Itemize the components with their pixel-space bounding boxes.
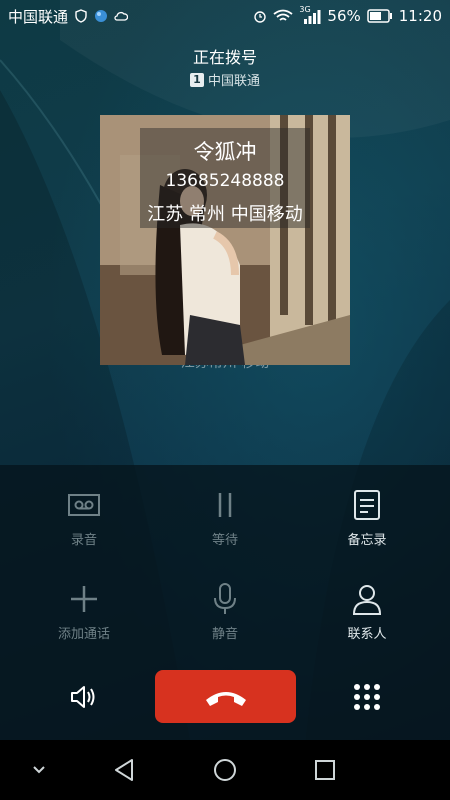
record-label: 录音 xyxy=(70,533,97,548)
home-icon[interactable] xyxy=(212,757,238,783)
clock: 11:20 xyxy=(398,7,442,25)
navigation-bar xyxy=(0,740,450,800)
alarm-icon xyxy=(254,11,267,23)
add-call-label: 添加通话 xyxy=(57,627,110,642)
microphone-icon xyxy=(214,583,236,614)
cell-signal: 3G xyxy=(299,5,321,24)
shield-icon xyxy=(75,9,87,23)
hold-button[interactable]: 等待 xyxy=(165,487,285,548)
speaker-icon xyxy=(71,686,95,708)
memo-label: 备忘录 xyxy=(347,533,387,548)
chevron-down-icon[interactable] xyxy=(26,757,52,783)
record-icon xyxy=(68,494,100,516)
dialpad-icon xyxy=(354,684,380,710)
back-icon[interactable] xyxy=(112,757,138,783)
sim-slot-badge: 1 xyxy=(189,72,204,87)
wifi-icon xyxy=(273,9,293,21)
person-icon xyxy=(352,585,382,615)
memo-button[interactable]: 备忘录 xyxy=(307,487,427,548)
call-status: 正在拨号 xyxy=(192,48,257,67)
sim-carrier: 中国联通 xyxy=(207,74,260,89)
hold-label: 等待 xyxy=(211,533,238,548)
battery-icon xyxy=(367,9,392,23)
memo-icon xyxy=(354,490,380,520)
app-notification-icon xyxy=(95,10,108,22)
plus-icon xyxy=(71,586,97,612)
weather-icon xyxy=(114,11,129,21)
battery-percent: 56% xyxy=(327,7,361,25)
sim-carrier-line: 1 中国联通 xyxy=(0,70,450,89)
speaker-button[interactable] xyxy=(69,682,99,712)
contact-name: 令狐冲 xyxy=(193,140,257,164)
pause-icon xyxy=(218,493,232,517)
mute-button[interactable]: 静音 xyxy=(165,581,285,642)
contacts-label: 联系人 xyxy=(347,627,387,642)
dialpad-button[interactable] xyxy=(352,682,382,712)
end-call-button[interactable] xyxy=(155,670,296,723)
mute-label: 静音 xyxy=(211,627,238,642)
recents-icon[interactable] xyxy=(312,757,338,783)
hang-up-icon xyxy=(205,691,246,706)
add-call-button[interactable]: 添加通话 xyxy=(24,581,144,642)
contact-number: 13685248888 xyxy=(165,171,285,191)
signal-bars-icon xyxy=(304,10,321,24)
status-bar: 中国联通 3G 56% 11:20 xyxy=(0,0,450,32)
contacts-button[interactable]: 联系人 xyxy=(307,581,427,642)
carrier-name: 中国联通 xyxy=(8,7,69,26)
contact-location: 江苏 常州 中国移动 xyxy=(147,204,303,225)
record-button[interactable]: 录音 xyxy=(24,487,144,548)
